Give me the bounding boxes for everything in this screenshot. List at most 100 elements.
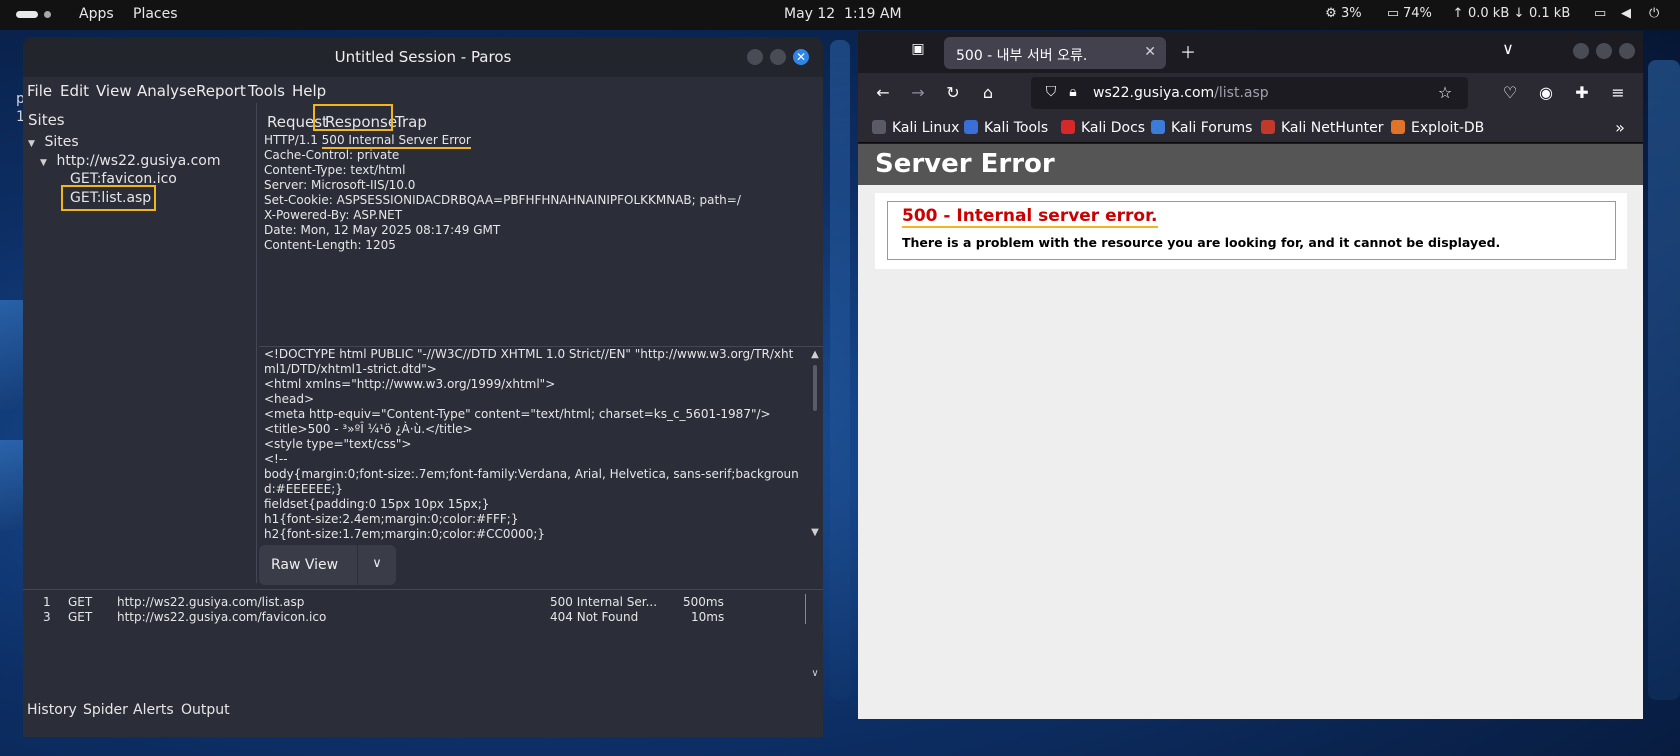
close-button[interactable] <box>1619 43 1635 59</box>
cell-status: 404 Not Found <box>550 610 639 624</box>
sites-panel: Sites ▼ Sites ▼ http://ws22.gusiya.com G… <box>23 103 257 583</box>
menu-tools[interactable]: Tools <box>248 82 285 100</box>
cpu-icon: ⚙ <box>1325 6 1337 21</box>
bookmark-kali-linux[interactable]: Kali Linux <box>872 120 959 136</box>
reload-icon[interactable]: ↻ <box>943 83 963 102</box>
clock-time[interactable]: 1:19 AM <box>844 6 902 22</box>
tree-node-sites[interactable]: ▼ Sites <box>28 134 79 150</box>
clock-date[interactable]: May 12 <box>784 6 835 22</box>
shield-icon[interactable]: ⛉ <box>1041 84 1061 100</box>
url-bar[interactable]: ⛉ 🔒︎ ws22.gusiya.com/list.asp ☆ <box>1031 77 1468 109</box>
workspace-indicator[interactable] <box>16 11 38 18</box>
scroll-down-icon[interactable]: ∨ <box>809 668 821 679</box>
table-row[interactable]: 1 GET http://ws22.gusiya.com/list.asp 50… <box>23 595 803 611</box>
body-line: <meta http-equiv="Content-Type" content=… <box>264 407 771 421</box>
error-panel: 500 - Internal server error. There is a … <box>875 193 1627 269</box>
body-line: <title>500 - ³»ºÎ ¼­¹ö ¿À·ù.</title> <box>264 422 473 436</box>
expanded-icon[interactable]: ▼ <box>28 139 40 149</box>
minimize-button[interactable] <box>1573 43 1589 59</box>
cell-method: GET <box>68 610 93 624</box>
tab-title: 500 - 내부 서버 오류. <box>956 48 1088 64</box>
download-indicator[interactable]: ↓ 0.1 kB <box>1512 6 1571 21</box>
more-bookmarks-icon[interactable]: » <box>1610 118 1630 137</box>
view-select[interactable]: Raw View <box>259 545 357 585</box>
power-icon[interactable]: ⏻ <box>1649 6 1659 21</box>
extensions-icon[interactable]: ✚ <box>1572 83 1592 102</box>
maximize-button[interactable] <box>770 49 786 65</box>
cell-status: 500 Internal Ser... <box>550 595 658 609</box>
table-row[interactable]: 3 GET http://ws22.gusiya.com/favicon.ico… <box>23 610 803 626</box>
account-icon[interactable]: ◉ <box>1536 83 1556 102</box>
volume-icon[interactable]: ◀ <box>1621 6 1631 21</box>
header-line: Set-Cookie: ASPSESSIONIDACDRBQAA=PBFHFHN… <box>264 193 741 207</box>
header-line: Server: Microsoft-IIS/10.0 <box>264 178 416 192</box>
bookmark-kali-forums[interactable]: Kali Forums <box>1151 120 1252 136</box>
tab-overview-icon[interactable]: ▣ <box>908 41 928 57</box>
browser-tab[interactable]: 500 - 내부 서버 오류. ✕ <box>944 37 1166 69</box>
menu-file[interactable]: File <box>27 82 52 100</box>
close-button[interactable]: ✕ <box>793 49 809 65</box>
list-tabs-icon[interactable]: ∨ <box>1498 39 1518 58</box>
chevron-down-icon[interactable]: ∨ <box>358 545 396 585</box>
cell-method: GET <box>68 595 93 609</box>
upload-indicator[interactable]: ↑ 0.0 kB <box>1451 6 1510 21</box>
scrollbar[interactable] <box>805 594 817 624</box>
scrollbar-thumb[interactable] <box>813 365 817 411</box>
top-panel: Apps Places May 12 1:19 AM ⚙ 3% ▭ 74% ↑ 0.0… <box>0 0 1680 30</box>
scroll-down-icon[interactable]: ▼ <box>809 525 821 540</box>
pocket-icon[interactable]: ♡ <box>1500 83 1520 102</box>
menu-report[interactable]: Report <box>196 82 246 100</box>
history-table: 1 GET http://ws22.gusiya.com/list.asp 50… <box>23 589 823 689</box>
tab-history[interactable]: History <box>27 702 77 718</box>
tree-node-host[interactable]: ▼ http://ws22.gusiya.com <box>40 153 221 169</box>
cpu-indicator[interactable]: ⚙ 3% <box>1324 6 1361 21</box>
memory-icon: ▭ <box>1386 6 1400 21</box>
wallpaper-key <box>830 40 850 700</box>
page-heading: Server Error <box>858 144 1643 185</box>
body-line: <html xmlns="http://www.w3.org/1999/xhtm… <box>264 377 556 391</box>
bookmark-exploit-db[interactable]: Exploit-DB <box>1391 120 1484 136</box>
maximize-button[interactable] <box>1596 43 1612 59</box>
response-headers[interactable]: HTTP/1.1 500 Internal Server Error Cache… <box>259 133 823 323</box>
memory-indicator[interactable]: ▭ 74% <box>1386 6 1432 21</box>
home-icon[interactable]: ⌂ <box>978 83 998 102</box>
scroll-up-icon[interactable]: ▲ <box>809 347 821 362</box>
paros-titlebar[interactable]: Untitled Session - Paros ✕ <box>23 37 823 77</box>
sites-header: Sites <box>28 111 65 129</box>
forward-icon[interactable]: → <box>908 83 928 102</box>
menu-icon[interactable]: ≡ <box>1608 83 1628 102</box>
minimize-button[interactable] <box>747 49 763 65</box>
apps-menu[interactable]: Apps <box>79 6 114 22</box>
header-line: Cache-Control: private <box>264 148 400 162</box>
cell-url: http://ws22.gusiya.com/list.asp <box>117 595 305 609</box>
menu-view[interactable]: View <box>96 82 132 100</box>
lock-icon[interactable]: 🔒︎ <box>1063 84 1083 100</box>
tab-alerts[interactable]: Alerts <box>133 702 174 718</box>
expanded-icon[interactable]: ▼ <box>40 158 52 168</box>
forums-icon <box>1151 120 1165 134</box>
workspace-indicator-dot[interactable] <box>44 11 51 18</box>
bookmark-kali-tools[interactable]: Kali Tools <box>964 120 1048 136</box>
menu-help[interactable]: Help <box>292 82 326 100</box>
bookmark-kali-nethunter[interactable]: Kali NetHunter <box>1261 120 1383 136</box>
bookmark-star-icon[interactable]: ☆ <box>1435 83 1455 102</box>
close-tab-icon[interactable]: ✕ <box>1144 44 1156 60</box>
header-line: Content-Type: text/html <box>264 163 406 177</box>
bookmark-kali-docs[interactable]: Kali Docs <box>1061 120 1145 136</box>
menu-bar: File Edit View Analyse Report Tools Help <box>23 79 823 103</box>
back-icon[interactable]: ← <box>873 83 893 102</box>
places-menu[interactable]: Places <box>133 6 178 22</box>
close-icon: ✕ <box>795 50 807 64</box>
display-icon[interactable]: ▭ <box>1594 6 1606 21</box>
menu-edit[interactable]: Edit <box>60 82 89 100</box>
url-host: ws22.gusiya.com <box>1093 85 1215 101</box>
response-body[interactable]: <!DOCTYPE html PUBLIC "-//W3C//DTD XHTML… <box>259 346 823 540</box>
tab-output[interactable]: Output <box>181 702 230 718</box>
arrow-up-icon: ↑ <box>1452 6 1464 21</box>
new-tab-icon[interactable]: ＋ <box>1178 39 1198 63</box>
cell-url: http://ws22.gusiya.com/favicon.ico <box>117 610 327 624</box>
menu-analyse[interactable]: Analyse <box>137 82 196 100</box>
highlight-box <box>61 185 156 211</box>
tab-spider[interactable]: Spider <box>83 702 128 718</box>
tab-trap[interactable]: Trap <box>395 113 427 131</box>
